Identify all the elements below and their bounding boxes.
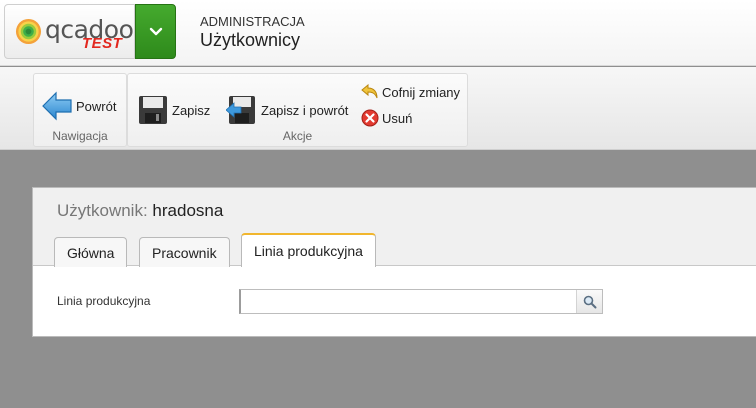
section-label: ADMINISTRACJA bbox=[200, 14, 305, 29]
save-button-label: Zapisz bbox=[172, 102, 211, 118]
save-and-back-icon bbox=[226, 96, 255, 124]
logo-badge: TEST bbox=[82, 35, 123, 52]
delete-icon bbox=[361, 109, 379, 127]
ribbon-group-title: Nawigacja bbox=[52, 129, 108, 143]
floppy-disk-icon bbox=[139, 96, 167, 124]
save-and-back-button-label: Zapisz i powrót bbox=[261, 102, 349, 118]
entity-value: hradosna bbox=[152, 201, 224, 220]
search-icon bbox=[583, 295, 596, 308]
production-line-lookup[interactable] bbox=[239, 289, 603, 314]
tab-linia-produkcyjna[interactable]: Linia produkcyjna bbox=[241, 233, 376, 267]
tab-pracownik[interactable]: Pracownik bbox=[139, 237, 230, 267]
ribbon: Powrót Nawigacja Zapisz Zapisz i powrót bbox=[0, 67, 756, 150]
save-and-back-button[interactable]: Zapisz i powrót bbox=[226, 95, 348, 125]
ribbon-group-actions: Zapisz Zapisz i powrót Cofnij zmiany Usu… bbox=[127, 73, 468, 147]
entity-label: Użytkownik: bbox=[57, 201, 148, 220]
tab-glowna[interactable]: Główna bbox=[54, 237, 128, 267]
lookup-search-button[interactable] bbox=[576, 290, 602, 313]
logo[interactable]: qcadoo TEST bbox=[4, 4, 135, 59]
back-button[interactable]: Powrót bbox=[41, 90, 116, 122]
page-title: Użytkownicy bbox=[200, 30, 301, 50]
back-arrow-icon bbox=[42, 91, 72, 121]
main-menu-button[interactable] bbox=[135, 4, 176, 59]
undo-icon bbox=[361, 83, 378, 99]
qcadoo-logo-icon bbox=[15, 18, 42, 45]
form-header: Użytkownik: hradosna Główna Pracownik Li… bbox=[33, 188, 756, 267]
save-button[interactable]: Zapisz bbox=[138, 95, 210, 125]
undo-changes-label: Cofnij zmiany bbox=[382, 84, 461, 100]
ribbon-group-navigation: Powrót Nawigacja bbox=[33, 73, 127, 147]
entity-title: Użytkownik: hradosna bbox=[57, 201, 223, 221]
delete-label: Usuń bbox=[382, 110, 413, 126]
top-header: qcadoo TEST ADMINISTRACJA Użytkownicy bbox=[0, 0, 756, 66]
ribbon-group-title: Akcje bbox=[282, 129, 313, 143]
delete-button[interactable]: Usuń bbox=[361, 109, 412, 127]
chevron-down-icon bbox=[149, 27, 162, 35]
back-button-label: Powrót bbox=[76, 98, 117, 114]
form-panel: Użytkownik: hradosna Główna Pracownik Li… bbox=[32, 187, 756, 337]
production-line-label: Linia produkcyjna bbox=[57, 294, 151, 308]
undo-changes-button[interactable]: Cofnij zmiany bbox=[361, 83, 460, 101]
